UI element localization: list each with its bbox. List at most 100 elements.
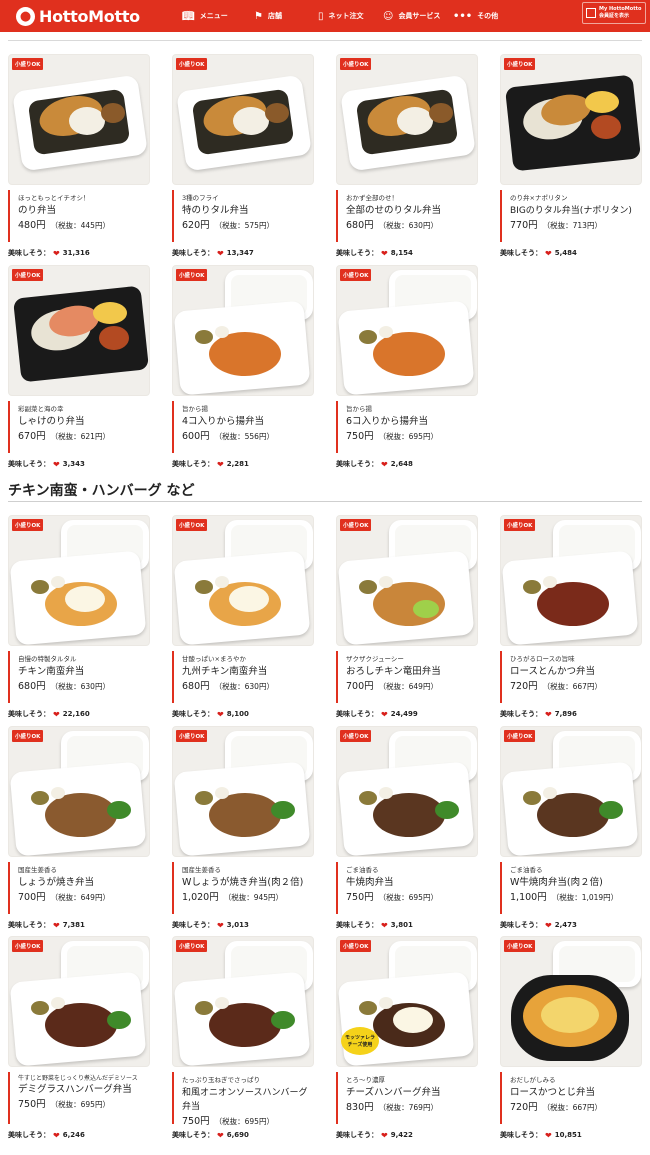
- menu-item-name[interactable]: 和風オニオンソースハンバーグ弁当: [182, 1086, 314, 1114]
- menu-card[interactable]: 小盛りOK 自慢の特製タルタル チキン南蛮弁当 680円 （税抜：630円） 美味しそう：…: [8, 515, 150, 719]
- menu-item-name[interactable]: しゃけのり弁当: [18, 415, 150, 429]
- menu-card[interactable]: 小盛りOK おかず全部のせ！ 全部のせのりタル弁当 680円 （税抜：630円） 美味しそ…: [336, 54, 478, 258]
- menu-item-name[interactable]: ロースとんかつ弁当: [510, 665, 642, 679]
- menu-item-image[interactable]: 小盛りOK: [172, 265, 314, 396]
- heart-icon[interactable]: ❤: [545, 1131, 552, 1140]
- menu-item-image[interactable]: 小盛りOK: [336, 265, 478, 396]
- nav-item-menu[interactable]: 📖︎ メニュー: [176, 0, 248, 32]
- menu-card[interactable]: 小盛りOK ザクザクジューシー おろしチキン竜田弁当 700円 （税抜：649円） 美味し…: [336, 515, 478, 719]
- menu-item-info: 甘酸っぱい×まろやか 九州チキン南蛮弁当 680円 （税抜：630円）: [172, 651, 314, 703]
- menu-item-info: 自慢の特製タルタル チキン南蛮弁当 680円 （税抜：630円）: [8, 651, 150, 703]
- heart-icon[interactable]: ❤: [545, 710, 552, 719]
- menu-item-image[interactable]: 小盛りOK: [8, 54, 150, 185]
- price-value: 1,100円: [510, 892, 547, 903]
- menu-item-image[interactable]: 小盛りOK: [500, 54, 642, 185]
- menu-card[interactable]: 小盛りOK おだしがしみる ロースかつとじ弁当 720円 （税抜：667円） 美味しそう：…: [500, 936, 642, 1140]
- menu-card[interactable]: 小盛りOK たっぷり玉ねぎでさっぱり 和風オニオンソースハンバーグ弁当 750円 （税抜…: [172, 936, 314, 1140]
- menu-card[interactable]: 小盛りOK 国産生姜香る Wしょうが焼き弁当(肉２倍) 1,020円 （税抜：945円）…: [172, 726, 314, 930]
- heart-icon[interactable]: ❤: [53, 710, 60, 719]
- cheese-sticker-line2: チーズ使用: [347, 1042, 373, 1048]
- divider: [8, 501, 642, 502]
- menu-card[interactable]: 小盛りOK 旨から揚 6コ入りから揚弁当 750円 （税抜：695円） 美味しそう： ❤ 2,…: [336, 265, 478, 469]
- nav-item-store[interactable]: ⚑ 店舗: [248, 0, 312, 32]
- site-header: ● HottoMotto 📖︎ メニュー ⚑ 店舗 ▯ ネット注文 ☺ 会員サー…: [0, 0, 650, 32]
- menu-item-image[interactable]: 小盛りOK: [8, 936, 150, 1067]
- menu-item-image[interactable]: 小盛りOK: [336, 54, 478, 185]
- menu-item-name[interactable]: ロースかつとじ弁当: [510, 1086, 642, 1100]
- nav-item-other[interactable]: ••• その他: [447, 0, 517, 32]
- menu-item-name[interactable]: チーズハンバーグ弁当: [346, 1086, 478, 1100]
- menu-card[interactable]: 小盛りOK 彩副菜と海の幸 しゃけのり弁当 670円 （税抜：621円） 美味しそう： ❤ 3…: [8, 265, 150, 469]
- menu-card[interactable]: 小盛りOK ひろがるロースの旨味 ロースとんかつ弁当 720円 （税抜：667円） 美味し…: [500, 515, 642, 719]
- small-portion-badge: 小盛りOK: [176, 58, 208, 70]
- likes-row: 美味しそう： ❤ 2,648: [336, 459, 478, 469]
- heart-icon[interactable]: ❤: [217, 710, 224, 719]
- menu-item-name[interactable]: しょうが焼き弁当: [18, 876, 150, 890]
- likes-label: 美味しそう：: [8, 1131, 50, 1139]
- nav-item-net-order[interactable]: ▯ ネット注文: [312, 0, 377, 32]
- menu-item-name[interactable]: 全部のせのりタル弁当: [346, 204, 478, 218]
- price-tax: （税抜：621円）: [50, 432, 110, 441]
- menu-item-name[interactable]: Wしょうが焼き弁当(肉２倍): [182, 876, 314, 890]
- menu-item-price: 700円 （税抜：649円）: [18, 890, 150, 906]
- menu-item-image[interactable]: 小盛りOK: [172, 515, 314, 646]
- heart-icon[interactable]: ❤: [217, 921, 224, 930]
- site-logo[interactable]: ● HottoMotto: [16, 6, 166, 26]
- heart-icon[interactable]: ❤: [381, 921, 388, 930]
- menu-item-image[interactable]: 小盛りOK: [172, 936, 314, 1067]
- nav-item-member[interactable]: ☺ 会員サービス: [377, 0, 447, 32]
- heart-icon[interactable]: ❤: [381, 249, 388, 258]
- menu-item-image[interactable]: 小盛りOK: [8, 515, 150, 646]
- menu-item-image[interactable]: 小盛りOK: [500, 726, 642, 857]
- menu-item-image[interactable]: 小盛りOK: [8, 265, 150, 396]
- likes-count: 9,422: [390, 1131, 413, 1139]
- menu-item-name[interactable]: 九州チキン南蛮弁当: [182, 665, 314, 679]
- menu-item-image[interactable]: 小盛りOK: [500, 936, 642, 1067]
- heart-icon[interactable]: ❤: [53, 249, 60, 258]
- heart-icon[interactable]: ❤: [545, 921, 552, 930]
- menu-card[interactable]: 小盛りOK ごま油香る W牛焼肉弁当(肉２倍) 1,100円 （税抜：1,019円） 美味…: [500, 726, 642, 930]
- member-text: My HottoMotto 会員証を表示: [599, 6, 641, 20]
- menu-item-name[interactable]: 6コ入りから揚弁当: [346, 415, 478, 429]
- menu-item-name[interactable]: チキン南蛮弁当: [18, 665, 150, 679]
- menu-card[interactable]: 小盛りOK のり弁×ナポリタン BIGのりタル弁当(ナポリタン) 770円 （税抜：71…: [500, 54, 642, 258]
- menu-item-name[interactable]: W牛焼肉弁当(肉２倍): [510, 876, 642, 890]
- menu-item-image[interactable]: 小盛りOK: [172, 726, 314, 857]
- menu-item-image[interactable]: 小盛りOK モッツァレラ チーズ使用: [336, 936, 478, 1067]
- menu-item-name[interactable]: BIGのりタル弁当(ナポリタン): [510, 204, 642, 218]
- menu-card[interactable]: 小盛りOK 旨から揚 4コ入りから揚弁当 600円 （税抜：556円） 美味しそう： ❤ 2,…: [172, 265, 314, 469]
- menu-item-name[interactable]: おろしチキン竜田弁当: [346, 665, 478, 679]
- menu-card[interactable]: 小盛りOK 国産生姜香る しょうが焼き弁当 700円 （税抜：649円） 美味しそう： ❤ 7…: [8, 726, 150, 930]
- heart-icon[interactable]: ❤: [217, 249, 224, 258]
- heart-icon[interactable]: ❤: [381, 1131, 388, 1140]
- heart-icon[interactable]: ❤: [53, 1131, 60, 1140]
- likes-row: 美味しそう： ❤ 10,851: [500, 1130, 642, 1140]
- heart-icon[interactable]: ❤: [217, 460, 224, 469]
- menu-item-image[interactable]: 小盛りOK: [336, 515, 478, 646]
- menu-item-info: 旨から揚 4コ入りから揚弁当 600円 （税抜：556円）: [172, 401, 314, 453]
- menu-card[interactable]: 小盛りOK ごま油香る 牛焼肉弁当 750円 （税抜：695円） 美味しそう： ❤ 3,801: [336, 726, 478, 930]
- menu-item-name[interactable]: のり弁当: [18, 204, 150, 218]
- menu-card[interactable]: 小盛りOK 牛すじと野菜をじっくり煮込んだデミソース デミグラスハンバーグ弁当 750…: [8, 936, 150, 1140]
- menu-card[interactable]: 小盛りOK モッツァレラ チーズ使用 とろ〜り濃厚 チーズハンバーグ弁当 830円 （税抜：…: [336, 936, 478, 1140]
- menu-card[interactable]: 小盛りOK ほっともっとイチオシ！ のり弁当 480円 （税抜：445円） 美味しそう： ❤…: [8, 54, 150, 258]
- menu-item-image[interactable]: 小盛りOK: [8, 726, 150, 857]
- likes-count: 2,473: [554, 921, 577, 929]
- menu-item-price: 680円 （税抜：630円）: [346, 218, 478, 234]
- menu-item-image[interactable]: 小盛りOK: [500, 515, 642, 646]
- member-card-button[interactable]: My HottoMotto 会員証を表示: [582, 2, 646, 24]
- menu-card[interactable]: 小盛りOK 3種のフライ 特のりタル弁当 620円 （税抜：575円） 美味しそう： ❤ 13…: [172, 54, 314, 258]
- menu-item-image[interactable]: 小盛りOK: [172, 54, 314, 185]
- menu-card[interactable]: 小盛りOK 甘酸っぱい×まろやか 九州チキン南蛮弁当 680円 （税抜：630円） 美味し…: [172, 515, 314, 719]
- heart-icon[interactable]: ❤: [53, 460, 60, 469]
- heart-icon[interactable]: ❤: [381, 460, 388, 469]
- heart-icon[interactable]: ❤: [53, 921, 60, 930]
- heart-icon[interactable]: ❤: [217, 1131, 224, 1140]
- menu-item-image[interactable]: 小盛りOK: [336, 726, 478, 857]
- menu-item-name[interactable]: 牛焼肉弁当: [346, 876, 478, 890]
- heart-icon[interactable]: ❤: [545, 249, 552, 258]
- menu-item-name[interactable]: 4コ入りから揚弁当: [182, 415, 314, 429]
- menu-item-name[interactable]: デミグラスハンバーグ弁当: [18, 1083, 150, 1097]
- heart-icon[interactable]: ❤: [381, 710, 388, 719]
- menu-item-name[interactable]: 特のりタル弁当: [182, 204, 314, 218]
